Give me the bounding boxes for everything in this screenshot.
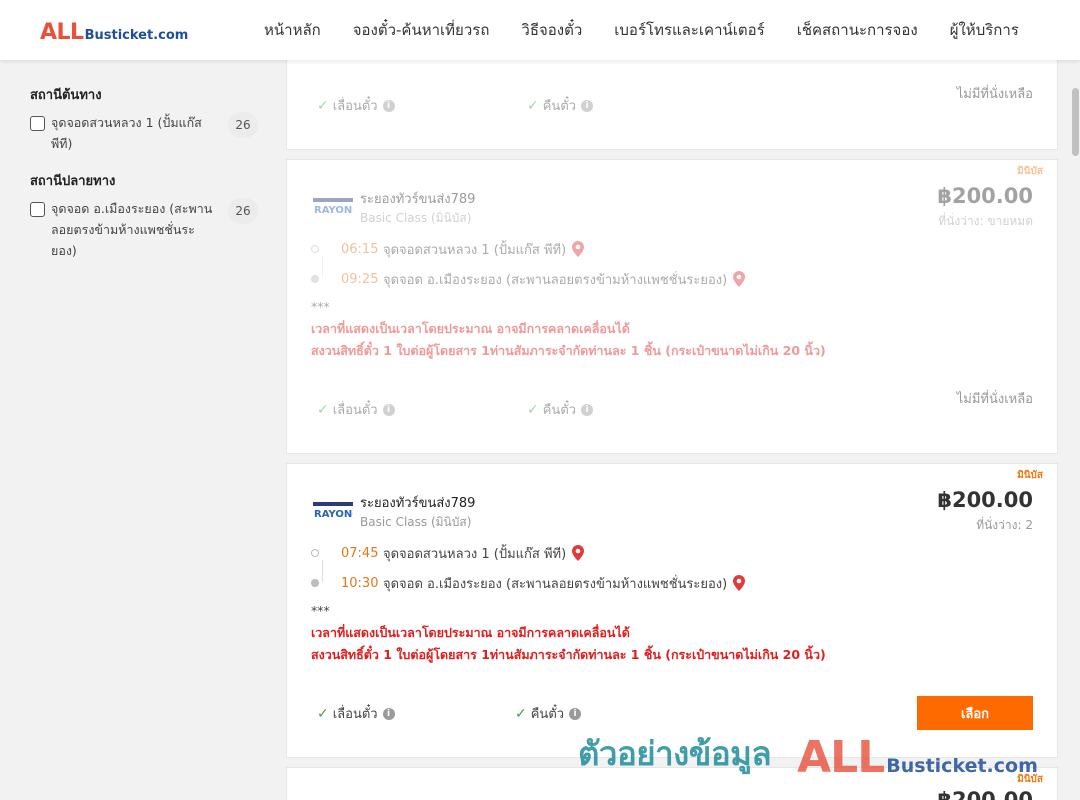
site-logo[interactable]: ALL Busticket.com (40, 20, 188, 44)
nav-book-search[interactable]: จองตั๋ว-ค้นหาเที่ยวรถ (337, 18, 506, 42)
map-pin-icon[interactable] (572, 241, 585, 257)
origin-count-badge: 26 (228, 112, 258, 138)
refund-label: คืนตั๋ว (530, 707, 565, 722)
nav-phone-counter[interactable]: เบอร์โทรและเคาน์เตอร์ (598, 18, 780, 42)
nav-home[interactable]: หน้าหลัก (248, 18, 337, 42)
check-icon: ✓ (317, 97, 329, 114)
price: ฿200.00 (937, 488, 1033, 512)
arrival-row: 09:25 จุดจอด อ.เมืองระยอง (สะพานลอยตรงข้… (311, 269, 746, 289)
dest-count-badge: 26 (228, 198, 258, 224)
operator-logo: RAYONG (313, 198, 353, 216)
operator-logo-text: RAYONG (314, 509, 353, 520)
departure-dot-icon (311, 245, 319, 253)
info-icon[interactable]: i (382, 99, 395, 112)
refund-perk: ✓ คืนตั๋ว i (527, 95, 594, 116)
departure-dot-icon (311, 549, 319, 557)
departure-time: 06:15 (341, 241, 379, 257)
trip-card-partial: ✓ เลื่อนตั๋ว i ✓ คืนตั๋ว i ไม่มีที่นั่งเ… (286, 58, 1058, 150)
minibus-tag: มินิบัส (1017, 470, 1043, 481)
logo-busticket-text: Busticket.com (84, 28, 189, 43)
origin-filter-item[interactable]: จุดจอดสวนหลวง 1 (ปั้มแก๊ส พีที) 26 (30, 112, 260, 154)
trip-note: *** เวลาที่แสดงเป็นเวลาโดยประมาณ อาจมีกา… (311, 296, 826, 362)
postpone-label: เลื่อนตั๋ว (332, 99, 378, 114)
price: ฿200.00 (937, 184, 1033, 208)
trip-note: *** เวลาที่แสดงเป็นเวลาโดยประมาณ อาจมีกา… (311, 600, 826, 666)
note-line-time: เวลาที่แสดงเป็นเวลาโดยประมาณ อาจมีการคลา… (311, 625, 630, 640)
postpone-perk: ✓ เลื่อนตั๋ว i (317, 399, 395, 420)
postpone-perk: ✓ เลื่อนตั๋ว i (317, 703, 395, 724)
info-icon[interactable]: i (382, 403, 395, 416)
departure-row: 06:15 จุดจอดสวนหลวง 1 (ปั้มแก๊ส พีที) (311, 239, 585, 259)
origin-filter-title: สถานีต้นทาง (30, 88, 102, 103)
map-pin-icon[interactable] (572, 545, 585, 561)
price: ฿200.00 (937, 788, 1033, 800)
scrollbar-track[interactable] (1070, 60, 1080, 800)
postpone-label: เลื่อนตั๋ว (332, 403, 378, 418)
operator-name: ระยองทัวร์ขนส่ง789 (360, 192, 476, 207)
dest-filter-title: สถานีปลายทาง (30, 174, 116, 189)
logo-all-text: ALL (40, 20, 84, 45)
info-icon[interactable]: i (581, 403, 594, 416)
origin-filter-label: จุดจอดสวนหลวง 1 (ปั้มแก๊ส พีที) (51, 115, 202, 151)
arrival-stop: จุดจอด อ.เมืองระยอง (สะพานลอยตรงข้ามห้าง… (383, 576, 728, 592)
departure-time: 07:45 (341, 545, 379, 561)
info-icon[interactable]: i (569, 707, 582, 720)
refund-label: คืนตั๋ว (542, 403, 577, 418)
arrival-dot-icon (311, 579, 319, 587)
select-trip-button[interactable]: เลือก (917, 696, 1033, 730)
trip-card-available: มินิบัส RAYONG ระยองทัวร์ขนส่ง789 Basic … (286, 463, 1058, 758)
trip-card-next: มินิบัส ฿200.00 (286, 767, 1058, 800)
minibus-tag: มินิบัส (1017, 166, 1043, 177)
minibus-tag: มินิบัส (1017, 774, 1043, 785)
trip-card-soldout: มินิบัส RAYONG ระยองทัวร์ขนส่ง789 Basic … (286, 159, 1058, 454)
postpone-label: เลื่อนตั๋ว (332, 707, 378, 722)
operator-logo: RAYONG (313, 502, 353, 520)
arrival-dot-icon (311, 275, 319, 283)
refund-label: คืนตั๋ว (542, 99, 577, 114)
origin-checkbox[interactable] (30, 116, 45, 131)
nav-check-booking[interactable]: เช็คสถานะการจอง (781, 18, 934, 42)
info-icon[interactable]: i (382, 707, 395, 720)
refund-perk: ✓ คืนตั๋ว i (527, 399, 594, 420)
note-stars: *** (311, 299, 330, 314)
nav-operators[interactable]: ผู้ให้บริการ (934, 18, 1035, 42)
note-line-luggage: สงวนสิทธิ์ตั๋ว 1 ใบต่อผู้โดยสาร 1ท่านสัม… (311, 343, 826, 358)
note-line-time: เวลาที่แสดงเป็นเวลาโดยประมาณ อาจมีการคลา… (311, 321, 630, 336)
check-icon: ✓ (317, 401, 329, 418)
operator-logo-text: RAYONG (314, 205, 353, 216)
departure-stop: จุดจอดสวนหลวง 1 (ปั้มแก๊ส พีที) (383, 242, 567, 258)
postpone-perk: ✓ เลื่อนตั๋ว i (317, 95, 395, 116)
arrival-time: 10:30 (341, 575, 379, 591)
check-icon: ✓ (317, 705, 329, 722)
top-header: ALL Busticket.com หน้าหลัก จองตั๋ว-ค้นหา… (0, 0, 1080, 60)
bus-class: Basic Class (มินิบัส) (360, 515, 472, 529)
seats-available: ที่นั่งว่าง: 2 (976, 518, 1033, 532)
no-seat-text: ไม่มีที่นั่งเหลือ (956, 392, 1033, 407)
departure-row: 07:45 จุดจอดสวนหลวง 1 (ปั้มแก๊ส พีที) (311, 543, 585, 563)
check-icon: ✓ (527, 401, 539, 418)
check-icon: ✓ (515, 705, 527, 722)
refund-perk: ✓ คืนตั๋ว i (515, 703, 582, 724)
operator-name: ระยองทัวร์ขนส่ง789 (360, 496, 476, 511)
filter-sidebar: สถานีต้นทาง จุดจอดสวนหลวง 1 (ปั้มแก๊ส พี… (30, 60, 260, 261)
scrollbar-thumb[interactable] (1072, 88, 1079, 156)
dest-filter-item[interactable]: จุดจอด อ.เมืองระยอง (สะพานลอยตรงข้ามห้าง… (30, 198, 260, 261)
bus-class: Basic Class (มินิบัส) (360, 211, 472, 225)
note-stars: *** (311, 603, 330, 618)
map-pin-icon[interactable] (733, 575, 746, 591)
dest-filter-label: จุดจอด อ.เมืองระยอง (สะพานลอยตรงข้ามห้าง… (51, 201, 213, 258)
dest-checkbox[interactable] (30, 202, 45, 217)
map-pin-icon[interactable] (733, 271, 746, 287)
no-seat-text: ไม่มีที่นั่งเหลือ (956, 87, 1033, 102)
arrival-row: 10:30 จุดจอด อ.เมืองระยอง (สะพานลอยตรงข้… (311, 573, 746, 593)
note-line-luggage: สงวนสิทธิ์ตั๋ว 1 ใบต่อผู้โดยสาร 1ท่านสัม… (311, 647, 826, 662)
main-nav: หน้าหลัก จองตั๋ว-ค้นหาเที่ยวรถ วิธีจองตั… (248, 0, 1035, 60)
departure-stop: จุดจอดสวนหลวง 1 (ปั้มแก๊ส พีที) (383, 546, 567, 562)
arrival-time: 09:25 (341, 271, 379, 287)
check-icon: ✓ (527, 97, 539, 114)
seats-available: ที่นั่งว่าง: ขายหมด (938, 214, 1033, 228)
arrival-stop: จุดจอด อ.เมืองระยอง (สะพานลอยตรงข้ามห้าง… (383, 272, 728, 288)
info-icon[interactable]: i (581, 99, 594, 112)
nav-how-to-book[interactable]: วิธีจองตั๋ว (505, 18, 598, 42)
